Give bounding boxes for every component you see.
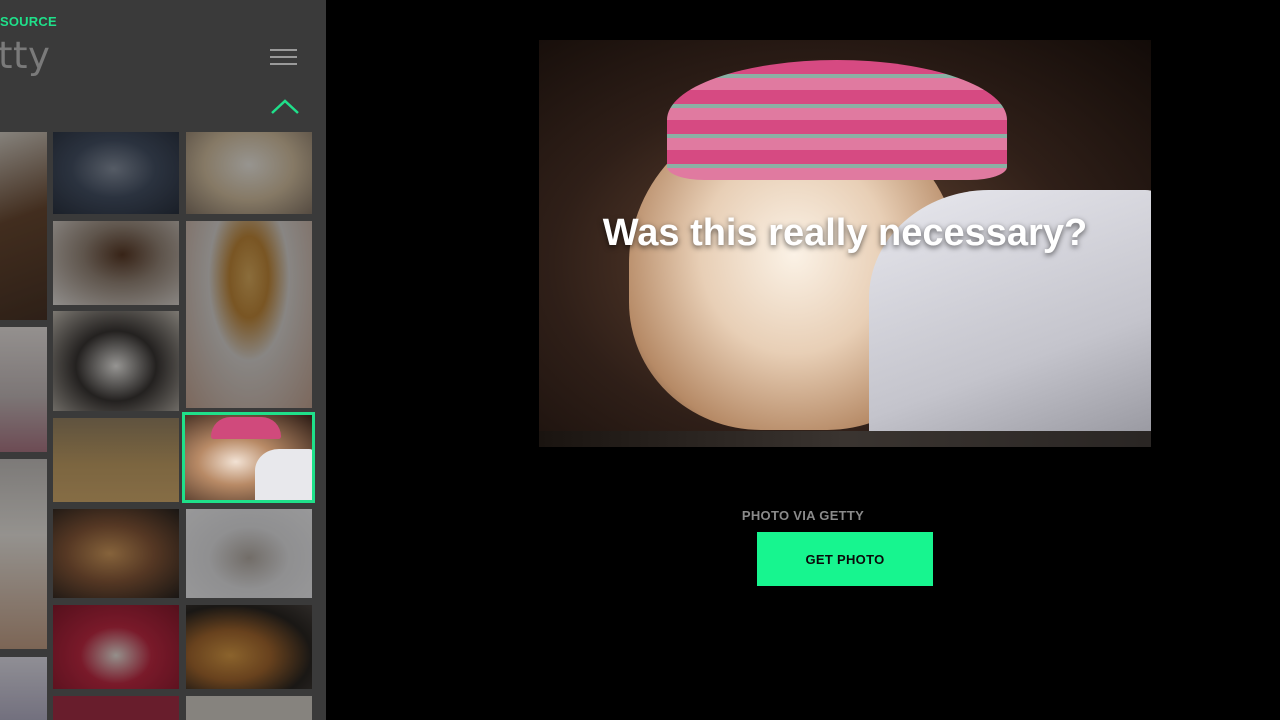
- hero-photo: Was this really necessary?: [539, 40, 1151, 447]
- get-photo-button[interactable]: GET PHOTO: [757, 532, 933, 586]
- thumb-partial[interactable]: [0, 132, 47, 320]
- thumb-cat-knit-hat[interactable]: [182, 412, 315, 503]
- thumb-cat-party-hat[interactable]: [186, 605, 312, 689]
- blanket-shape: [255, 449, 312, 500]
- sidebar: SOURCE tty: [0, 0, 326, 720]
- thumb-cat-blue-hat[interactable]: [53, 311, 179, 411]
- thumb-partial[interactable]: [0, 459, 47, 649]
- hero-bottom-strip: [539, 431, 1151, 447]
- thumb-partial[interactable]: [53, 696, 179, 720]
- thumb-cat-straw-hat[interactable]: [53, 418, 179, 502]
- thumb-partial[interactable]: [0, 657, 47, 720]
- photo-credit: PHOTO VIA GETTY: [741, 508, 865, 523]
- thumb-dog-lion-mane[interactable]: [186, 221, 312, 408]
- thumb-kitten-santa-hat[interactable]: [186, 509, 312, 598]
- knit-hat-shape: [211, 417, 281, 439]
- thumb-partial[interactable]: [0, 327, 47, 452]
- main-panel: Was this really necessary? PHOTO VIA GET…: [326, 0, 1280, 720]
- thumb-cat-brown-hat[interactable]: [53, 221, 179, 305]
- thumb-cat-santa-hat[interactable]: [53, 509, 179, 598]
- hero-caption: Was this really necessary?: [602, 212, 1088, 254]
- thumb-guinea-pig-santa[interactable]: [53, 605, 179, 689]
- knit-hat: [667, 60, 1007, 180]
- thumbnail-grid: [0, 0, 326, 720]
- thumb-partial[interactable]: [186, 696, 312, 720]
- thumb-cat-chef-hat[interactable]: [186, 132, 312, 214]
- thumb-cat-pink-hat[interactable]: [53, 132, 179, 214]
